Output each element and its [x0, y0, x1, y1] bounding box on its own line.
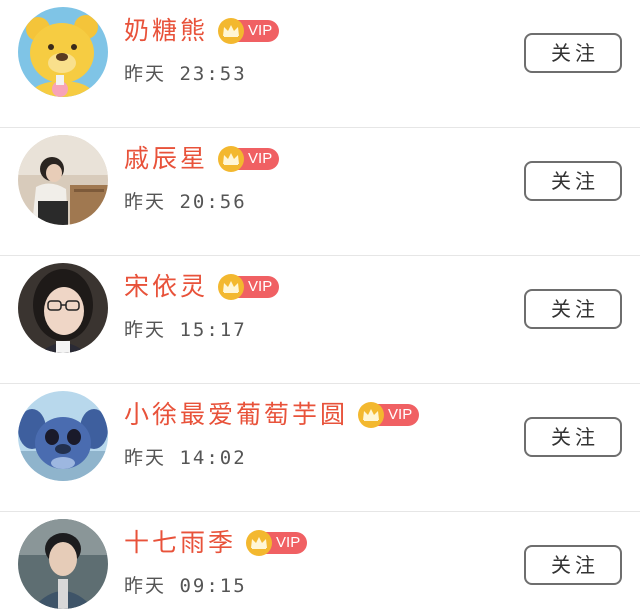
follow-button[interactable]: 关注 — [524, 289, 622, 329]
user-name[interactable]: 小徐最爱葡萄芋圆 — [124, 398, 348, 432]
follow-button[interactable]: 关注 — [524, 417, 622, 457]
vip-badge: VIP — [246, 530, 308, 556]
crown-icon — [246, 530, 273, 556]
list-item[interactable]: 宋依灵 VIP 昨天 15:17 关注 — [0, 256, 640, 384]
girl-glasses-photo-avatar[interactable] — [18, 263, 108, 353]
user-name[interactable]: 戚辰星 — [124, 142, 208, 176]
name-line: 小徐最爱葡萄芋圆 VIP — [124, 398, 420, 432]
name-line: 戚辰星 VIP — [124, 142, 280, 176]
name-line: 宋依灵 VIP — [124, 270, 280, 304]
vip-badge: VIP — [218, 274, 280, 300]
crown-icon — [218, 274, 245, 300]
timestamp: 昨天 15:17 — [124, 319, 247, 341]
timestamp: 昨天 20:56 — [124, 191, 247, 213]
list-item[interactable]: 奶糖熊 VIP 昨天 23:53 关注 — [0, 0, 640, 128]
list-item[interactable]: 小徐最爱葡萄芋圆 VIP 昨天 14:02 关注 — [0, 384, 640, 512]
boy-photo-avatar[interactable] — [18, 519, 108, 609]
stitch-cartoon-avatar[interactable] — [18, 391, 108, 481]
list-item[interactable]: 戚辰星 VIP 昨天 20:56 关注 — [0, 128, 640, 256]
timestamp: 昨天 09:15 — [124, 575, 247, 597]
vip-badge: VIP — [218, 18, 280, 44]
follow-button[interactable]: 关注 — [524, 545, 622, 585]
vip-badge: VIP — [358, 402, 420, 428]
timestamp: 昨天 14:02 — [124, 447, 247, 469]
yellow-bear-avatar[interactable] — [18, 7, 108, 97]
crown-icon — [358, 402, 385, 428]
follow-button[interactable]: 关注 — [524, 33, 622, 73]
user-name[interactable]: 宋依灵 — [124, 270, 208, 304]
name-line: 十七雨季 VIP — [124, 526, 308, 560]
crown-icon — [218, 146, 245, 172]
timestamp: 昨天 23:53 — [124, 63, 247, 85]
follow-button[interactable]: 关注 — [524, 161, 622, 201]
name-line: 奶糖熊 VIP — [124, 14, 280, 48]
user-name[interactable]: 奶糖熊 — [124, 14, 208, 48]
user-name[interactable]: 十七雨季 — [124, 526, 236, 560]
follow-list: 奶糖熊 VIP 昨天 23:53 关注 戚辰星 VIP 昨天 20:56 关注 … — [0, 0, 640, 614]
vip-badge: VIP — [218, 146, 280, 172]
crown-icon — [218, 18, 245, 44]
girl-sitting-photo-avatar[interactable] — [18, 135, 108, 225]
list-item[interactable]: 十七雨季 VIP 昨天 09:15 关注 — [0, 512, 640, 612]
